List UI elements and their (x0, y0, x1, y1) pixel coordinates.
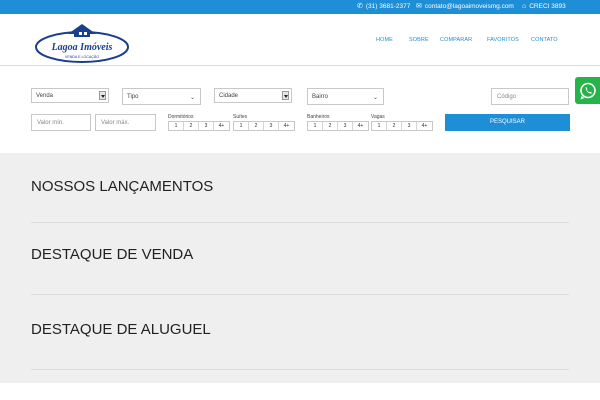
search-form (0, 67, 600, 153)
envelope-icon: ✉ (416, 3, 422, 10)
codigo-input[interactable]: Código (491, 88, 569, 105)
phone-number: (31) 3681-2377 (365, 3, 411, 10)
section-title-lancamentos: NOSSOS LANÇAMENTOS (31, 178, 214, 195)
valor-max-placeholder: Valor máx. (101, 120, 130, 126)
codigo-placeholder: Código (497, 94, 517, 100)
section-title-venda: DESTAQUE DE VENDA (31, 246, 194, 263)
phone-contact[interactable]: ✆ (31) 3681-2377 (357, 3, 410, 10)
tipo-select[interactable]: Tipo ⌄ (122, 88, 201, 105)
dropdown-arrow-icon (99, 91, 106, 100)
suites-label: Suítes (233, 114, 248, 120)
vagas-option[interactable]: 4+ (417, 122, 432, 130)
valor-max-input[interactable]: Valor máx. (95, 114, 156, 131)
dormitorios-label: Dormitórios (168, 114, 194, 120)
suites-option[interactable]: 3 (264, 122, 279, 130)
vagas-option[interactable]: 3 (402, 122, 417, 130)
section-divider (31, 294, 569, 295)
creci-info: ⌂ CRECI 3893 (522, 3, 566, 10)
suites-option[interactable]: 4+ (279, 122, 294, 130)
valor-min-input[interactable]: Valor mín. (31, 114, 91, 131)
nav-home[interactable]: HOME (376, 37, 393, 43)
email-address: contato@lagoaimoveismg.com (424, 3, 514, 10)
banheiros-option[interactable]: 2 (323, 122, 338, 130)
logo-text: Lagoa Imóveis (51, 42, 113, 53)
creci-number: CRECI 3893 (529, 3, 566, 10)
banheiros-option[interactable]: 1 (308, 122, 323, 130)
whatsapp-icon (580, 82, 596, 100)
suites-option[interactable]: 1 (234, 122, 249, 130)
pesquisar-button[interactable]: PESQUISAR (445, 114, 570, 131)
bairro-select-value: Bairro (312, 94, 329, 100)
logo-tagline: VENDA E LOCAÇÃO (65, 54, 99, 59)
chevron-down-icon: ⌄ (189, 95, 195, 101)
valor-min-placeholder: Valor mín. (37, 120, 64, 126)
section-title-aluguel: DESTAQUE DE ALUGUEL (31, 321, 211, 338)
nav-favoritos[interactable]: FAVORITOS (487, 37, 519, 43)
dropdown-arrow-icon (282, 91, 289, 100)
email-contact[interactable]: ✉ contato@lagoaimoveismg.com (416, 3, 514, 10)
top-bar: ✆ (31) 3681-2377 ✉ contato@lagoaimoveism… (0, 0, 600, 14)
nav-comparar[interactable]: COMPARAR (440, 37, 472, 43)
vagas-option[interactable]: 1 (372, 122, 387, 130)
banheiros-option[interactable]: 3 (338, 122, 353, 130)
vagas-selector: 1 2 3 4+ (371, 121, 433, 131)
venda-select[interactable]: Venda (31, 88, 109, 103)
banheiros-option[interactable]: 4+ (353, 122, 368, 130)
cidade-select[interactable]: Cidade (214, 88, 292, 103)
phone-icon: ✆ (357, 3, 363, 10)
home-icon: ⌂ (522, 3, 527, 10)
venda-select-value: Venda (36, 93, 54, 99)
whatsapp-button[interactable] (575, 77, 600, 104)
chevron-down-icon: ⌄ (372, 95, 378, 101)
section-divider (31, 222, 569, 223)
suites-option[interactable]: 2 (249, 122, 264, 130)
suites-selector: 1 2 3 4+ (233, 121, 295, 131)
cidade-select-value: Cidade (219, 93, 239, 99)
site-header: Lagoa Imóveis VENDA E LOCAÇÃO HOME SOBRE… (0, 14, 600, 66)
banheiros-selector: 1 2 3 4+ (307, 121, 369, 131)
vagas-option[interactable]: 2 (387, 122, 402, 130)
dormitorios-option[interactable]: 3 (199, 122, 214, 130)
vagas-label: Vagas (371, 114, 385, 120)
tipo-select-value: Tipo (127, 94, 139, 100)
nav-sobre[interactable]: SOBRE (409, 37, 429, 43)
section-divider (31, 369, 569, 370)
dormitorios-option[interactable]: 4+ (214, 122, 229, 130)
dormitorios-option[interactable]: 2 (184, 122, 199, 130)
logo[interactable]: Lagoa Imóveis VENDA E LOCAÇÃO (34, 22, 130, 64)
banheiros-label: Banheiros (307, 114, 330, 120)
dormitorios-option[interactable]: 1 (169, 122, 184, 130)
bairro-select[interactable]: Bairro ⌄ (307, 88, 384, 105)
nav-contato[interactable]: CONTATO (531, 37, 558, 43)
dormitorios-selector: 1 2 3 4+ (168, 121, 230, 131)
